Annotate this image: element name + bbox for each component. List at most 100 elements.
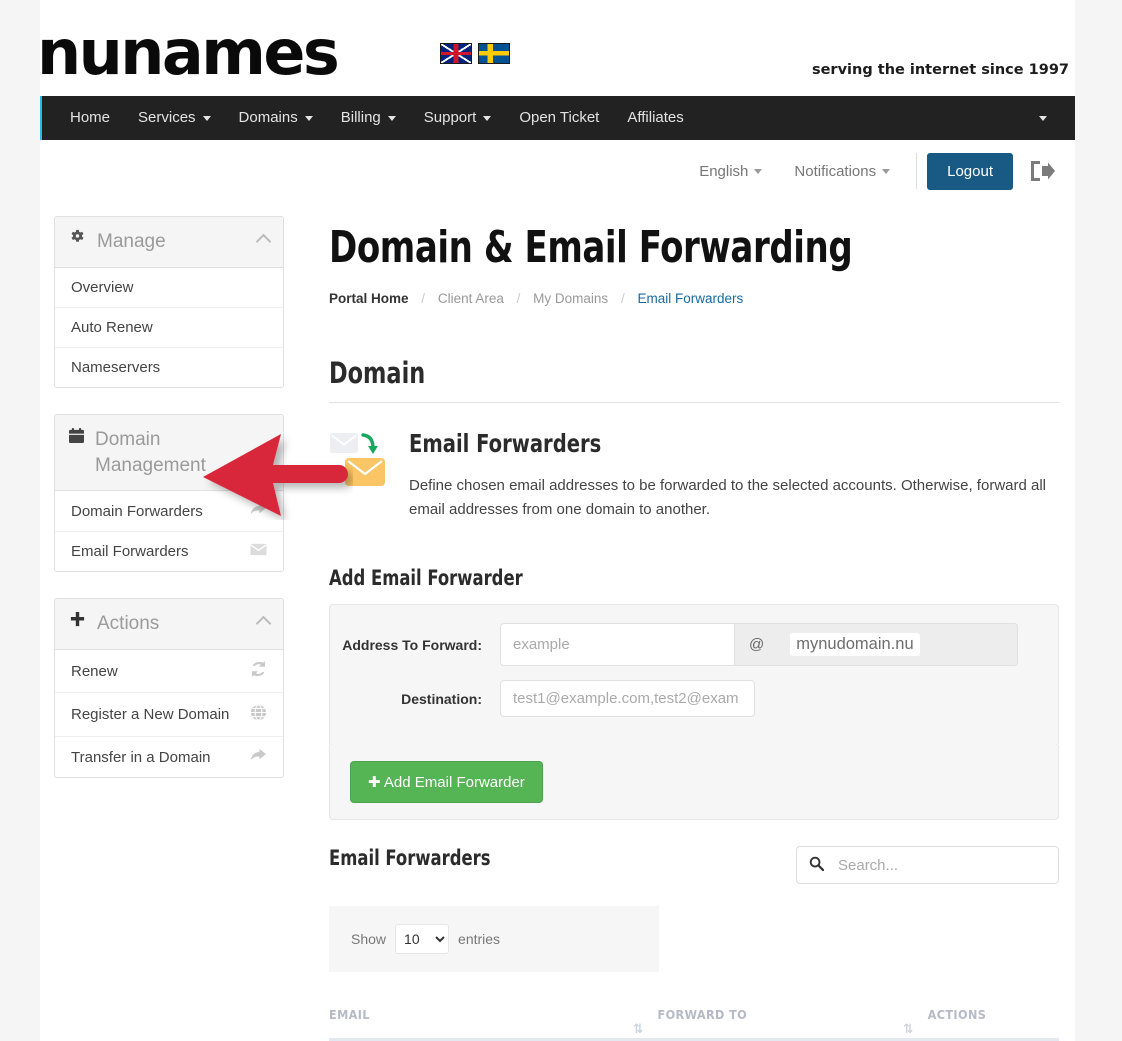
nav-label: Affiliates: [627, 109, 684, 126]
chevron-down-icon: [483, 115, 492, 121]
nav-label: Open Ticket: [519, 109, 600, 126]
email-forward-icon: [329, 429, 387, 489]
panel-items-manage: Overview Auto Renew Nameservers: [55, 268, 283, 387]
refresh-icon: [250, 661, 267, 681]
item-label: Nameservers: [71, 359, 161, 376]
address-label: Address To Forward:: [342, 636, 482, 653]
panel-header-manage[interactable]: Manage: [55, 217, 283, 268]
panel-title: Manage: [97, 231, 166, 252]
search-box[interactable]: [796, 846, 1059, 884]
at-symbol: @: [735, 623, 779, 666]
nav-item-affiliates[interactable]: Affiliates: [613, 96, 697, 140]
panel-domain-management: Domain Management Domain Forwarders Emai…: [54, 414, 348, 573]
feature-heading: Email Forwarders: [409, 429, 602, 458]
add-forwarder-title: Add Email Forwarder: [329, 566, 523, 590]
breadcrumb-separator: /: [516, 291, 521, 306]
nav-item-billing[interactable]: Billing: [327, 96, 410, 140]
add-email-forwarder-button[interactable]: ✚ Add Email Forwarder: [350, 761, 543, 803]
section-title-domain: Domain: [329, 356, 426, 390]
sweden-flag-icon[interactable]: [478, 43, 510, 64]
sidebar-item-email-forwarders[interactable]: Email Forwarders: [55, 532, 283, 571]
content-area: Manage Overview Auto Renew Nameservers D…: [40, 202, 1075, 1041]
panel-manage: Manage Overview Auto Renew Nameservers: [54, 216, 284, 388]
column-header-forward-to[interactable]: FORWARD TO ⇅: [657, 1007, 928, 1041]
logout-button[interactable]: Logout: [927, 152, 1013, 190]
notifications-label: Notifications: [794, 162, 877, 180]
language-selector[interactable]: English: [683, 163, 778, 180]
sidebar-item-nameservers[interactable]: Nameservers: [55, 348, 283, 387]
nav-label: Home: [70, 109, 111, 126]
chevron-down-icon: [387, 115, 396, 121]
item-label: Email Forwarders: [71, 543, 189, 561]
nav-item-domains[interactable]: Domains: [225, 96, 327, 140]
page-container: nunames serving the internet since 1997 …: [37, 0, 1075, 1041]
panel-actions: Actions Renew Register a New Domain Tran…: [54, 598, 284, 779]
notifications-menu[interactable]: Notifications: [778, 163, 906, 180]
breadcrumb-portal-home[interactable]: Portal Home: [329, 291, 409, 306]
add-forwarder-form: Address To Forward: @ mynudomain.nu Dest…: [329, 604, 1059, 746]
nav-item-home[interactable]: Home: [56, 96, 124, 140]
sidebar: Manage Overview Auto Renew Nameservers D…: [54, 216, 348, 1041]
domain-value: mynudomain.nu: [790, 633, 920, 656]
forwarders-table-section: Email Forwarders Show 102550100 entries: [329, 846, 1059, 1041]
nav-item-services[interactable]: Services: [124, 96, 225, 140]
uk-flag-icon[interactable]: [440, 43, 472, 64]
sidebar-item-transfer-domain[interactable]: Transfer in a Domain: [55, 737, 283, 777]
item-label: Transfer in a Domain: [71, 748, 211, 766]
breadcrumb: Portal Home / Client Area / My Domains /…: [329, 291, 1059, 306]
item-label: Auto Renew: [71, 319, 153, 336]
nav-label: Services: [138, 109, 196, 126]
sidebar-item-register-domain[interactable]: Register a New Domain: [55, 693, 283, 738]
plus-icon: [69, 611, 86, 637]
panel-items-actions: Renew Register a New Domain Transfer in …: [55, 650, 283, 777]
search-input[interactable]: [836, 855, 1046, 875]
column-header-actions[interactable]: ACTIONS: [927, 1007, 1059, 1041]
breadcrumb-my-domains[interactable]: My Domains: [533, 291, 608, 306]
email-forwarders-table: EMAIL ⇅ FORWARD TO ⇅ ACTIONS: [329, 1007, 1059, 1041]
main-content: Domain & Email Forwarding Portal Home / …: [284, 216, 1059, 1041]
address-local-input[interactable]: [500, 623, 735, 666]
table-length-control: Show 102550100 entries: [329, 906, 659, 972]
share-arrow-icon: [250, 502, 267, 520]
gear-icon: [69, 229, 86, 255]
item-label: Domain Forwarders: [71, 502, 203, 520]
sidebar-item-auto-renew[interactable]: Auto Renew: [55, 308, 283, 348]
envelope-icon: [250, 543, 267, 560]
breadcrumb-email-forwarders[interactable]: Email Forwarders: [637, 291, 743, 306]
calendar-icon: [69, 427, 84, 453]
sign-out-icon[interactable]: [1029, 159, 1055, 183]
panel-header-domain-management[interactable]: Domain Management: [55, 415, 283, 492]
table-header-row: Email Forwarders: [329, 846, 1059, 884]
table-head: EMAIL ⇅ FORWARD TO ⇅ ACTIONS: [329, 1007, 1059, 1041]
item-label: Register a New Domain: [71, 706, 230, 724]
share-arrow-icon: [250, 748, 267, 766]
sidebar-item-overview[interactable]: Overview: [55, 268, 283, 308]
nav-overflow-toggle[interactable]: [1025, 96, 1061, 140]
panel-items-domain-management: Domain Forwarders Email Forwarders: [55, 491, 283, 571]
nav-item-open-ticket[interactable]: Open Ticket: [505, 96, 613, 140]
sidebar-item-domain-forwarders[interactable]: Domain Forwarders: [55, 491, 283, 533]
breadcrumb-client-area[interactable]: Client Area: [438, 291, 504, 306]
destination-input[interactable]: [500, 680, 755, 717]
page-length-select[interactable]: 102550100: [395, 924, 450, 954]
feature-description: Define chosen email addresses to be forw…: [409, 477, 1047, 518]
sidebar-item-renew[interactable]: Renew: [55, 650, 283, 694]
form-row-address: Address To Forward: @ mynudomain.nu: [340, 623, 1038, 666]
feature-block: Email Forwarders Define chosen email add…: [329, 429, 1059, 522]
panel-title: Actions: [97, 613, 160, 635]
sort-desc-icon: ⇅: [633, 1022, 644, 1037]
chevron-down-icon: [202, 115, 211, 121]
destination-label: Destination:: [401, 690, 482, 707]
form-footer: ✚ Add Email Forwarder: [329, 745, 1059, 820]
column-header-email[interactable]: EMAIL ⇅: [329, 1007, 658, 1041]
table-title: Email Forwarders: [329, 846, 491, 870]
show-label: Show: [351, 931, 387, 947]
panel-header-actions[interactable]: Actions: [55, 599, 283, 651]
utility-bar: English Notifications Logout: [40, 140, 1075, 202]
panel-title: Domain Management: [95, 429, 206, 476]
button-label: Add Email Forwarder: [383, 774, 525, 791]
main-navbar: Home Services Domains Billing Support Op…: [40, 96, 1075, 140]
nav-item-support[interactable]: Support: [410, 96, 506, 140]
site-logo[interactable]: nunames: [37, 22, 340, 84]
entries-label: entries: [458, 931, 501, 947]
